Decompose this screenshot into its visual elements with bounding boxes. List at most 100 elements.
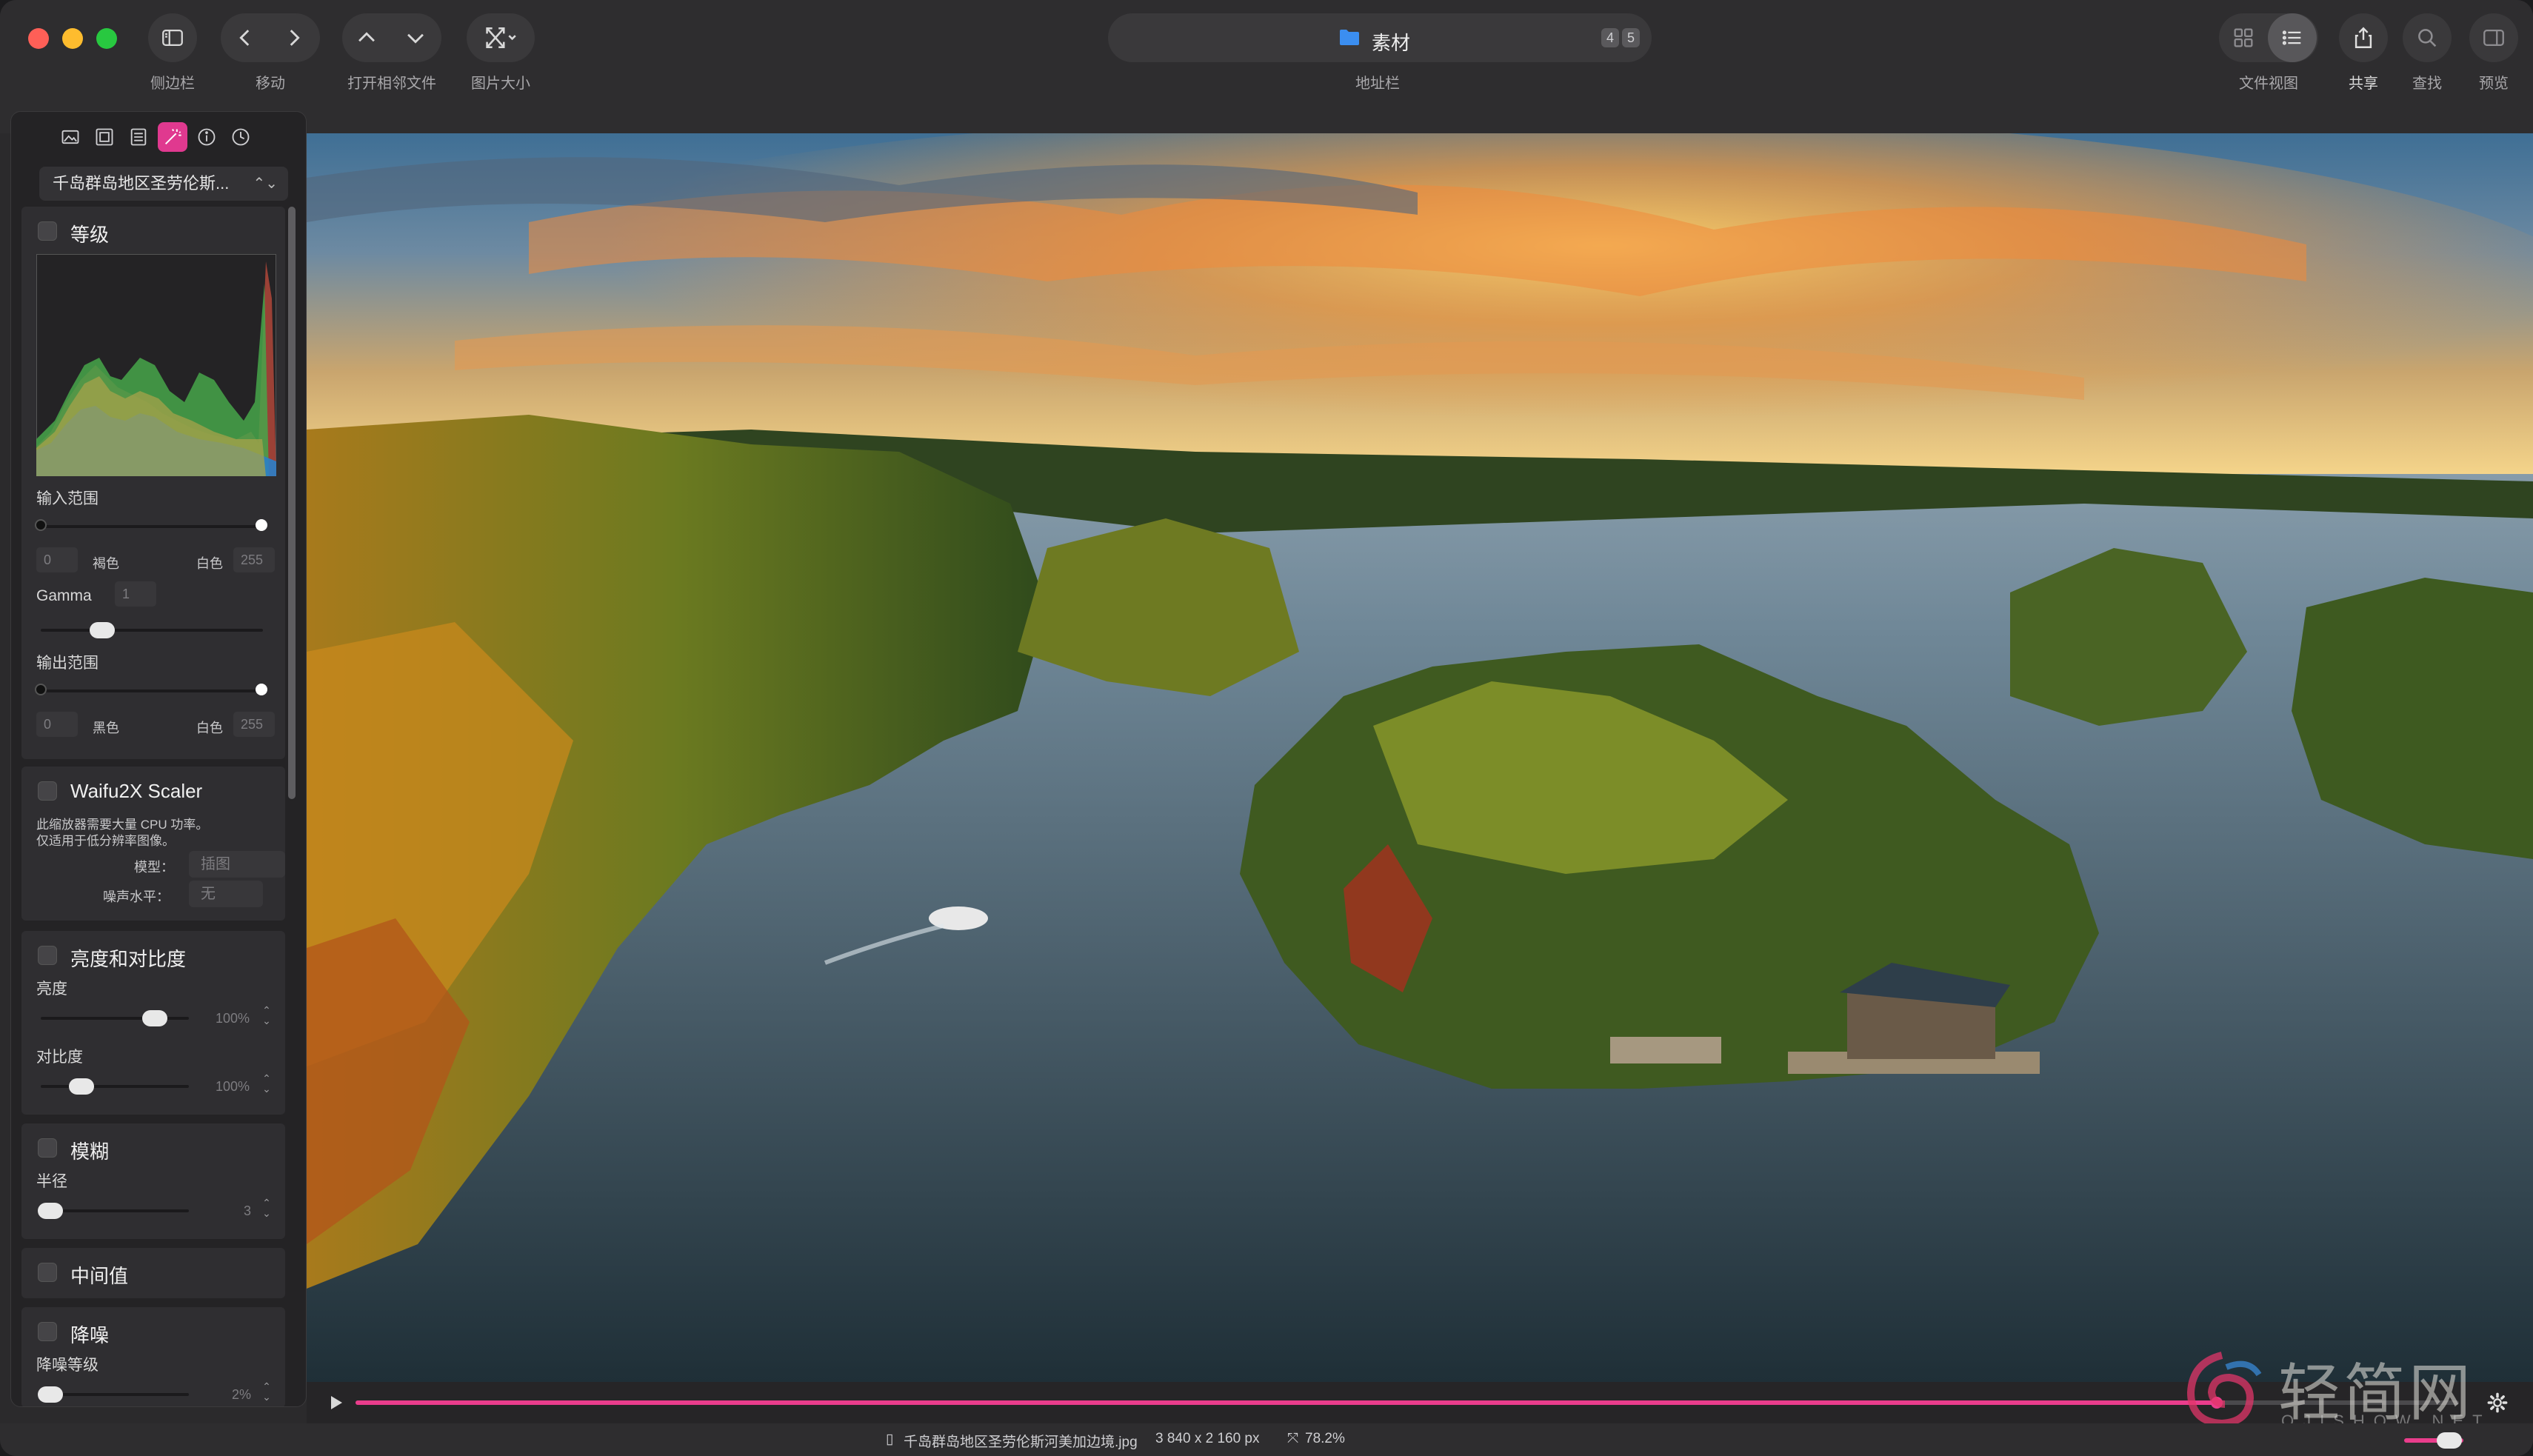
- info-icon: [198, 128, 216, 146]
- blur-title: 模糊: [70, 1141, 110, 1163]
- radius-stepper[interactable]: ⌃ ⌄: [260, 1198, 273, 1221]
- gamma-field[interactable]: 1: [115, 581, 156, 607]
- status-zoom: 78.2%: [1305, 1431, 1345, 1446]
- preview-button[interactable]: [2469, 13, 2518, 62]
- waifu-section: Waifu2X Scaler 此缩放器需要大量 CPU 功率。 仅适用于低分辨率…: [21, 767, 285, 921]
- output-low-field[interactable]: 0: [36, 712, 78, 737]
- denoise-stepper[interactable]: ⌃ ⌄: [260, 1381, 273, 1405]
- find-button[interactable]: [2403, 13, 2452, 62]
- folder-icon: [1340, 30, 1359, 45]
- tab-info[interactable]: [192, 122, 221, 152]
- tab-list[interactable]: [124, 122, 153, 152]
- median-title: 中间值: [70, 1265, 129, 1287]
- output-high-handle[interactable]: [256, 684, 267, 695]
- watermark-logo: 轻简网 QJISHOW.NET: [2177, 1340, 2489, 1437]
- tab-adjust[interactable]: [158, 122, 187, 152]
- waifu-checkbox[interactable]: [38, 781, 57, 801]
- contrast-stepper[interactable]: ⌃ ⌄: [260, 1073, 273, 1097]
- preset-name: 千岛群岛地区圣劳伦斯...: [53, 174, 230, 193]
- address-bar[interactable]: 素材 4 5: [1108, 13, 1652, 62]
- brightness-contrast-checkbox[interactable]: [38, 946, 57, 965]
- open-adjacent-label: 打开相邻文件: [347, 76, 436, 92]
- landscape-photo: [307, 133, 2533, 1382]
- denoise-track[interactable]: [41, 1393, 189, 1396]
- contrast-value: 100%: [216, 1079, 250, 1094]
- tab-history[interactable]: [226, 122, 256, 152]
- find-label: 查找: [2412, 76, 2442, 92]
- crop-icon: [96, 128, 113, 146]
- address-folder-name: 素材: [1372, 32, 1411, 54]
- zoom-slider-handle[interactable]: [2437, 1432, 2462, 1449]
- scrollbar-thumb[interactable]: [288, 207, 296, 799]
- median-checkbox[interactable]: [38, 1263, 57, 1282]
- previous-file-button[interactable]: [342, 13, 391, 62]
- output-low-handle[interactable]: [35, 684, 47, 695]
- share-button[interactable]: [2339, 13, 2388, 62]
- model-label: 模型：: [134, 860, 174, 875]
- output-range-track[interactable]: [41, 689, 263, 692]
- gamma-track[interactable]: [41, 629, 263, 632]
- radius-track[interactable]: [41, 1209, 189, 1212]
- brightness-contrast-title: 亮度和对比度: [70, 948, 187, 970]
- main-photo[interactable]: [307, 133, 2533, 1382]
- input-high-field[interactable]: 255: [233, 547, 275, 572]
- sidebar-toggle-button[interactable]: [148, 13, 197, 62]
- zoom-icon: ⤧: [1287, 1431, 1299, 1446]
- gear-icon[interactable]: [2487, 1392, 2508, 1413]
- adjacent-group: [342, 13, 441, 62]
- brightness-value: 100%: [216, 1011, 250, 1026]
- maximize-window-button[interactable]: [96, 28, 117, 49]
- output-high-field[interactable]: 255: [233, 712, 275, 737]
- list-icon: [2282, 30, 2301, 45]
- brightness-stepper[interactable]: ⌃ ⌄: [260, 1005, 273, 1029]
- input-low-field[interactable]: 0: [36, 547, 78, 572]
- noise-popup[interactable]: 无: [189, 881, 263, 907]
- file-view-label: 文件视图: [2239, 76, 2298, 92]
- input-high-handle[interactable]: [256, 519, 267, 531]
- file-icon: ▯: [886, 1432, 894, 1447]
- chevron-left-icon: [239, 30, 250, 46]
- input-range-track[interactable]: [41, 525, 263, 528]
- progress-fill: [356, 1400, 2217, 1405]
- app-window: 侧边栏 移动 打开相邻文件 图片大小 素材 4 5 地址栏 文件视图 共享 查找…: [0, 0, 2533, 1456]
- share-label: 共享: [2349, 76, 2378, 92]
- play-icon[interactable]: [327, 1394, 345, 1412]
- blur-checkbox[interactable]: [38, 1138, 57, 1158]
- chevron-up-icon: [358, 32, 375, 42]
- radius-handle[interactable]: [38, 1203, 63, 1219]
- tab-crop[interactable]: [90, 122, 119, 152]
- contrast-track[interactable]: [41, 1085, 189, 1088]
- tab-image[interactable]: [56, 122, 85, 152]
- contrast-handle[interactable]: [68, 1078, 94, 1095]
- address-badge-a: 4: [1601, 28, 1619, 47]
- minimize-window-button[interactable]: [62, 28, 83, 49]
- panel-scrollbar[interactable]: [287, 207, 298, 1400]
- back-button[interactable]: [221, 13, 270, 62]
- grid-view-button[interactable]: [2219, 13, 2268, 62]
- gamma-handle[interactable]: [90, 622, 115, 638]
- status-filename: 千岛群岛地区圣劳伦斯河美加边境.jpg: [904, 1435, 1138, 1450]
- denoise-checkbox[interactable]: [38, 1322, 57, 1341]
- denoise-handle[interactable]: [38, 1386, 63, 1403]
- model-popup[interactable]: 插图: [189, 851, 285, 878]
- adjustments-panel: 千岛群岛地区圣劳伦斯... ⌃⌄ 等级 输入范围 0 褐色 白色 255 Gam: [10, 111, 307, 1407]
- preset-selector[interactable]: 千岛群岛地区圣劳伦斯... ⌃⌄: [39, 167, 288, 201]
- brightness-handle[interactable]: [142, 1010, 168, 1026]
- levels-checkbox[interactable]: [38, 221, 57, 241]
- output-high-label: 白色: [196, 721, 223, 735]
- preview-label: 预览: [2479, 76, 2509, 92]
- close-window-button[interactable]: [28, 28, 49, 49]
- image-size-button[interactable]: [467, 13, 535, 62]
- image-icon: [61, 130, 79, 144]
- list-view-button[interactable]: [2268, 13, 2317, 62]
- resize-arrows-icon: [467, 13, 535, 62]
- next-file-button[interactable]: [391, 13, 440, 62]
- output-range-label: 输出范围: [36, 655, 99, 672]
- forward-button[interactable]: [270, 13, 318, 62]
- input-low-handle[interactable]: [35, 519, 47, 531]
- denoise-title: 降噪: [70, 1324, 110, 1346]
- radius-value: 3: [244, 1203, 252, 1218]
- chevron-down-icon: [407, 33, 424, 44]
- share-icon: [2339, 13, 2388, 62]
- list-icon: [130, 128, 147, 146]
